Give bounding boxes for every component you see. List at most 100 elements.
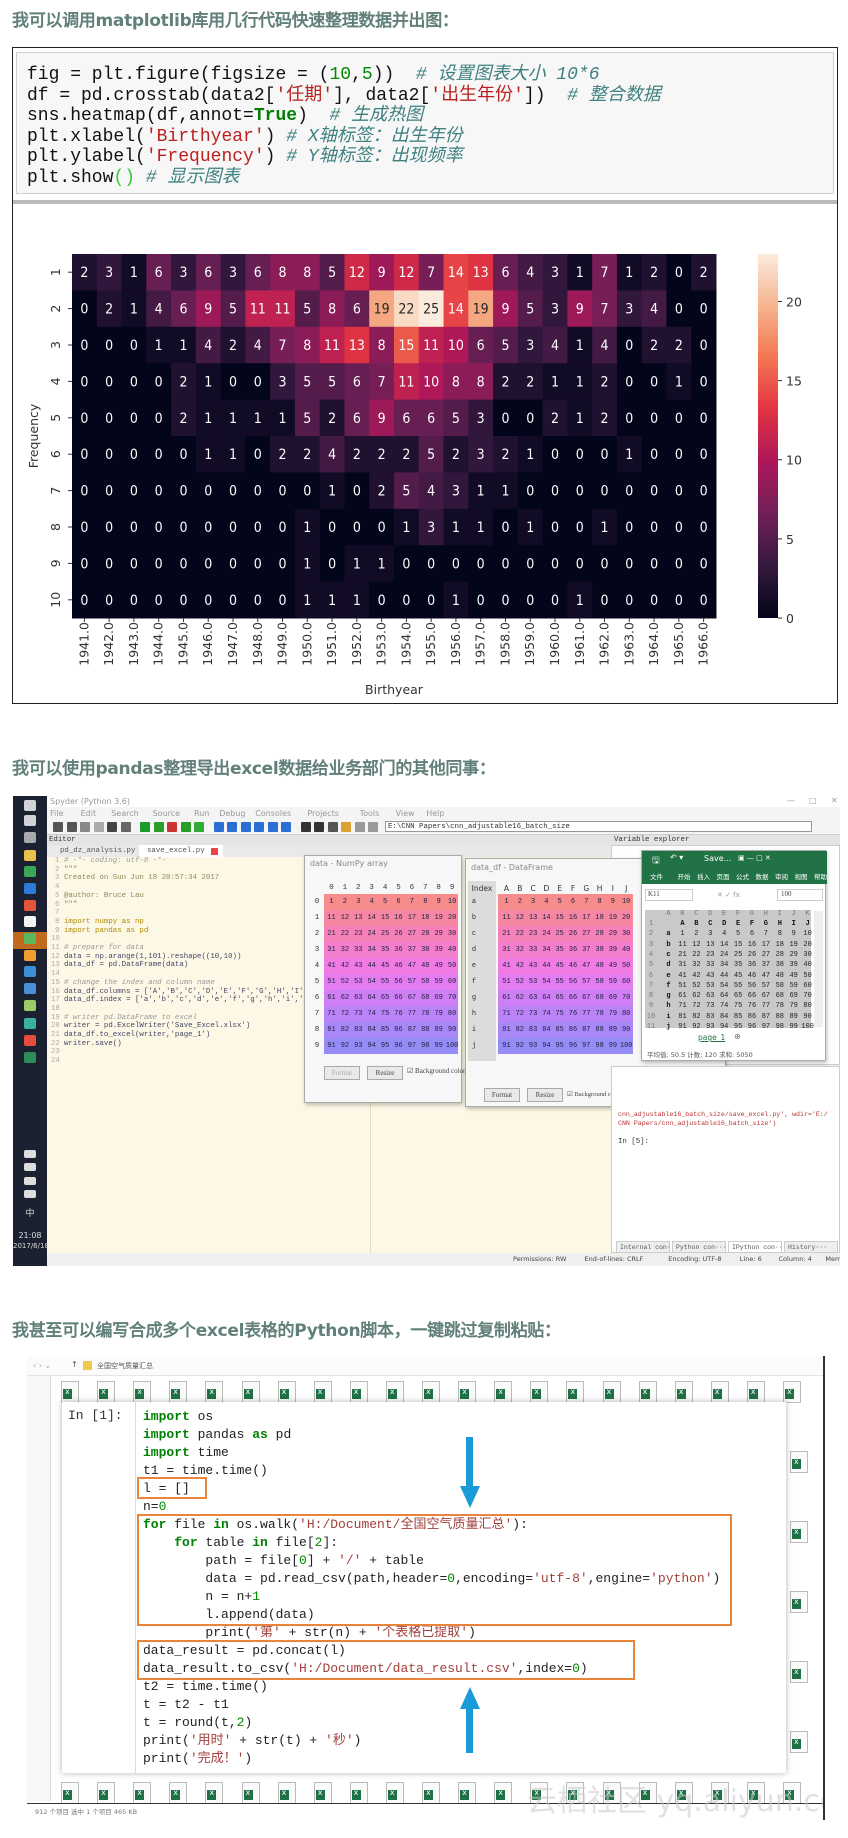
console-tab[interactable]: History···	[784, 1241, 838, 1253]
grid-cell[interactable]: 73	[527, 1010, 540, 1018]
column-header[interactable]: 2	[352, 884, 365, 892]
sheet-cell[interactable]: 36	[746, 961, 759, 969]
grid-cell[interactable]: 79	[606, 1010, 619, 1018]
grid-cell[interactable]: 51	[500, 978, 513, 986]
sheet-cell[interactable]: 32	[690, 961, 703, 969]
sheet-cell[interactable]: 53	[704, 982, 717, 990]
grid-cell[interactable]: 59	[432, 978, 445, 986]
tray-icon[interactable]	[24, 1177, 36, 1185]
grid-cell[interactable]: 38	[419, 946, 432, 954]
sheet-row-number[interactable]: 1	[646, 920, 656, 928]
excel-file-icon[interactable]	[97, 1782, 116, 1804]
sheet-cell[interactable]: 41	[676, 972, 689, 980]
sheet-cell[interactable]: 61	[676, 992, 689, 1000]
grid-cell[interactable]: 62	[338, 994, 351, 1002]
grid-cell[interactable]: 74	[365, 1010, 378, 1018]
grid-cell[interactable]: 64	[540, 994, 553, 1002]
grid-cell[interactable]: 18	[593, 914, 606, 922]
sheet-cell[interactable]: 64	[718, 992, 731, 1000]
grid-cell[interactable]: 68	[593, 994, 606, 1002]
add-sheet-button[interactable]: ⊕	[734, 1032, 741, 1041]
row-index[interactable]: b	[470, 914, 478, 922]
sheet-cell[interactable]: 89	[787, 1013, 800, 1021]
sheet-column-header[interactable]: I	[773, 910, 786, 918]
menu-tools[interactable]: Tools	[360, 809, 380, 818]
sheet-cell[interactable]: 19	[787, 941, 800, 949]
sheet-cell[interactable]: I	[787, 920, 800, 928]
sheet-column-header[interactable]: C	[690, 910, 703, 918]
grid-cell[interactable]: 100	[446, 1042, 459, 1050]
menu-consoles[interactable]: Consoles	[255, 809, 291, 818]
tray-icon[interactable]	[24, 1190, 36, 1198]
excel-file-icon[interactable]	[133, 1381, 152, 1403]
sheet-cell[interactable]: 30	[801, 951, 814, 959]
sheet-column-header[interactable]: E	[718, 910, 731, 918]
tab-save-excel[interactable]: save_excel.py	[147, 847, 205, 855]
sheet-cell[interactable]: 35	[732, 961, 745, 969]
sheet-cell[interactable]: 9	[787, 930, 800, 938]
taskbar-app-icon[interactable]	[24, 883, 36, 894]
sheet-cell[interactable]: c	[662, 951, 675, 959]
sheet-cell[interactable]: 23	[704, 951, 717, 959]
grid-cell[interactable]: 7	[405, 898, 418, 906]
navigation-pane[interactable]	[27, 1376, 51, 1801]
excel-file-icon[interactable]	[205, 1381, 224, 1403]
grid-cell[interactable]: 72	[338, 1010, 351, 1018]
grid-cell[interactable]: 86	[392, 1026, 405, 1034]
grid-cell[interactable]: 93	[527, 1042, 540, 1050]
grid-cell[interactable]: 71	[325, 1010, 338, 1018]
grid-cell[interactable]: 81	[325, 1026, 338, 1034]
menu-run[interactable]: Run	[194, 809, 209, 818]
grid-cell[interactable]: 94	[540, 1042, 553, 1050]
grid-cell[interactable]: 96	[392, 1042, 405, 1050]
sheet-cell[interactable]: 88	[773, 1013, 786, 1021]
column-header[interactable]: 4	[379, 884, 392, 892]
grid-cell[interactable]: 84	[540, 1026, 553, 1034]
sheet-cell[interactable]: 65	[732, 992, 745, 1000]
sheet-cell[interactable]: 10	[801, 930, 814, 938]
sheet-cell[interactable]: f	[662, 982, 675, 990]
grid-cell[interactable]: 15	[553, 914, 566, 922]
grid-cell[interactable]: 27	[405, 930, 418, 938]
ipython-console[interactable]: cnn_adjustable16_batch_size/save_excel.p…	[611, 1066, 840, 1253]
sheet-row-number[interactable]: 6	[646, 972, 656, 980]
grid-cell[interactable]: 74	[540, 1010, 553, 1018]
sheet-row-number[interactable]: 7	[646, 982, 656, 990]
grid-cell[interactable]: 54	[365, 978, 378, 986]
sheet-cell[interactable]: 24	[718, 951, 731, 959]
sheet-cell[interactable]: 6	[746, 930, 759, 938]
sheet-column-header[interactable]: B	[676, 910, 689, 918]
grid-cell[interactable]: 73	[352, 1010, 365, 1018]
toolbar-icon[interactable]	[80, 822, 90, 832]
row-header[interactable]: 5	[313, 978, 321, 986]
excel-file-icon[interactable]	[61, 1782, 79, 1804]
sheet-cell[interactable]: 58	[773, 982, 786, 990]
grid-cell[interactable]: 37	[580, 946, 593, 954]
grid-cell[interactable]: 49	[606, 962, 619, 970]
grid-cell[interactable]: 53	[352, 978, 365, 986]
toolbar-icon[interactable]	[327, 822, 338, 832]
grid-cell[interactable]: 46	[392, 962, 405, 970]
grid-cell[interactable]: 25	[379, 930, 392, 938]
sheet-cell[interactable]: b	[662, 941, 675, 949]
grid-cell[interactable]: 76	[567, 1010, 580, 1018]
grid-cell[interactable]: 40	[446, 946, 459, 954]
grid-cell[interactable]: 45	[379, 962, 392, 970]
excel-file-icon[interactable]	[205, 1782, 224, 1804]
sheet-column-header[interactable]: G	[745, 910, 758, 918]
grid-cell[interactable]: 66	[567, 994, 580, 1002]
grid-cell[interactable]: 27	[580, 930, 593, 938]
jupyter-code-cell[interactable]: In [1]: import os import pandas as pd impo…	[62, 1402, 786, 1773]
close-button[interactable]: ✕	[831, 796, 838, 805]
sheet-cell[interactable]: 96	[746, 1023, 759, 1031]
toolbar-icon[interactable]	[213, 822, 224, 832]
menu-projects[interactable]: Projects	[307, 809, 339, 818]
index-header[interactable]: Index	[468, 884, 496, 893]
sheet-cell[interactable]: 4	[718, 930, 731, 938]
ribbon-tab[interactable]: 审阅	[775, 871, 788, 881]
excel-file-icon[interactable]	[422, 1782, 440, 1804]
grid-cell[interactable]: 97	[405, 1042, 418, 1050]
grid-cell[interactable]: 4	[365, 898, 378, 906]
sheet-row-number[interactable]: 10	[646, 1013, 656, 1021]
grid-cell[interactable]: 3	[527, 898, 540, 906]
